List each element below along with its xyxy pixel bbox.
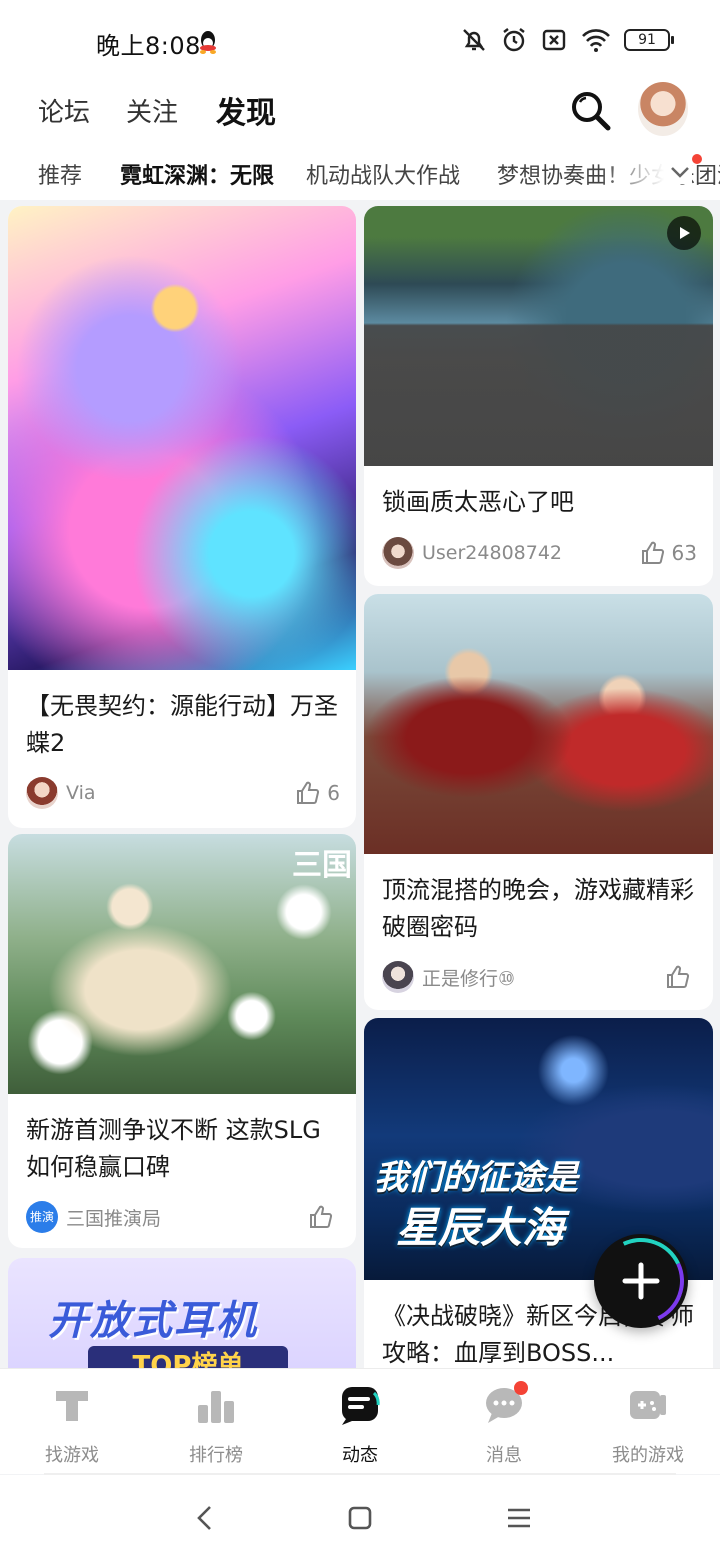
post-card[interactable]: 顶流混搭的晚会，游戏藏精彩破圈密码 正是修行⑩ <box>364 594 713 1010</box>
chevron-down-icon[interactable] <box>668 160 692 184</box>
like-button[interactable]: 63 <box>640 540 697 566</box>
status-icons: 91 <box>460 26 674 54</box>
video-play-icon <box>667 216 701 250</box>
tab-forum-label: 论坛 <box>38 98 91 128</box>
ad-subtitle: TOP榜单 <box>88 1346 288 1368</box>
image-corner-text: 三国 <box>292 848 352 883</box>
nav-feed[interactable]: 动态 <box>300 1383 420 1467</box>
like-count: 63 <box>671 541 697 565</box>
top-nav: 论坛 关注 发现 <box>0 82 720 144</box>
thumbs-up-icon <box>667 965 690 988</box>
nav-my-games[interactable]: 我的游戏 <box>588 1383 708 1467</box>
mute-icon <box>463 29 485 51</box>
author-avatar[interactable] <box>382 961 414 993</box>
sim-off-icon <box>542 29 566 51</box>
tab-follow[interactable]: 关注 <box>126 92 178 129</box>
image-slogan-line1: 我们的征途是 <box>374 1158 578 1198</box>
game-sub-tabs: 推荐 霓虹深渊：无限 机动战队大作战 梦想协奏曲！少女乐团派对 <box>0 144 720 200</box>
tab-discover[interactable]: 发现 <box>214 88 278 132</box>
like-button[interactable] <box>665 964 697 990</box>
post-image <box>364 594 713 854</box>
nav-my-games-label: 我的游戏 <box>612 1445 684 1466</box>
create-post-button[interactable] <box>594 1234 688 1328</box>
alarm-icon <box>503 28 525 52</box>
author-name[interactable]: 正是修行⑩ <box>422 964 665 991</box>
author-avatar[interactable] <box>382 537 414 569</box>
like-count: 6 <box>327 781 340 805</box>
qq-icon <box>200 31 216 54</box>
thumbs-up-icon <box>310 1205 333 1228</box>
post-card[interactable]: 三国 新游首测争议不断 这款SLG如何稳赢口碑 推演 三国推演局 <box>8 834 356 1248</box>
post-title: 新游首测争议不断 这款SLG如何稳赢口碑 <box>26 1116 321 1181</box>
author-name[interactable]: 三国推演局 <box>66 1204 308 1231</box>
thumbs-up-icon <box>641 541 664 564</box>
author-avatar-text: 推演 <box>29 1210 54 1224</box>
tab-discover-label: 发现 <box>216 96 276 131</box>
thumbs-up-icon <box>297 781 320 804</box>
nav-ranking-label: 排行榜 <box>189 1445 243 1466</box>
my-games-icon <box>630 1391 666 1419</box>
nav-ranking[interactable]: 排行榜 <box>156 1383 276 1467</box>
post-image <box>8 206 356 670</box>
post-title: 【无畏契约：源能行动】万圣蝶2 <box>26 692 338 757</box>
battery-icon: 91 <box>624 29 674 51</box>
user-avatar[interactable] <box>638 82 688 136</box>
system-nav-bar <box>0 1475 720 1560</box>
ad-card[interactable]: 开放式耳机 TOP榜单 <box>8 1258 356 1368</box>
feed-icon <box>342 1387 380 1425</box>
like-button[interactable] <box>308 1204 340 1230</box>
post-title: 顶流混搭的晚会，游戏藏精彩破圈密码 <box>382 876 694 941</box>
nav-messages[interactable]: 消息 <box>444 1381 564 1467</box>
nav-messages-label: 消息 <box>486 1445 522 1466</box>
author-avatar[interactable] <box>26 777 58 809</box>
plus-icon <box>622 1262 660 1300</box>
image-slogan-line2: 星辰大海 <box>396 1203 565 1252</box>
sub-tab-recommend[interactable]: 推荐 <box>38 158 82 190</box>
tab-forum[interactable]: 论坛 <box>38 92 90 129</box>
battery-level: 91 <box>638 32 656 48</box>
sub-tab-neon-abyss[interactable]: 霓虹深渊：无限 <box>120 158 274 190</box>
message-badge <box>514 1381 528 1395</box>
ad-image: 开放式耳机 TOP榜单 <box>8 1258 356 1368</box>
author-name[interactable]: Via <box>66 782 295 804</box>
author-name[interactable]: User24808742 <box>422 542 640 564</box>
ranking-icon <box>198 1391 234 1423</box>
nav-feed-label: 动态 <box>342 1445 378 1466</box>
sub-tab-mecha-squad[interactable]: 机动战队大作战 <box>306 158 460 190</box>
back-icon[interactable] <box>190 1503 220 1533</box>
bottom-nav: 找游戏 排行榜 动态 消息 我的游戏 <box>0 1368 720 1474</box>
home-icon[interactable] <box>345 1503 375 1533</box>
like-button[interactable]: 6 <box>295 780 340 806</box>
post-image: 三国 <box>8 834 356 1094</box>
search-icon[interactable] <box>568 88 614 134</box>
tab-follow-label: 关注 <box>126 98 179 128</box>
sub-tabs-badge <box>692 154 702 164</box>
author-avatar[interactable]: 推演 <box>26 1201 58 1233</box>
status-time: 晚上8:08 <box>96 32 201 60</box>
post-title: 锁画质太恶心了吧 <box>382 488 574 516</box>
nav-find-game[interactable]: 找游戏 <box>12 1383 132 1467</box>
wifi-icon <box>582 29 610 52</box>
status-bar: 晚上8:08 91 <box>0 0 720 86</box>
post-card[interactable]: 【无畏契约：源能行动】万圣蝶2 Via 6 <box>8 206 356 828</box>
ad-title: 开放式耳机 <box>48 1298 258 1344</box>
post-card[interactable]: 锁画质太恶心了吧 User24808742 63 <box>364 206 713 586</box>
recents-icon[interactable] <box>504 1503 534 1533</box>
find-game-icon <box>56 1391 88 1421</box>
feed: 【无畏契约：源能行动】万圣蝶2 Via 6 三国 新游首测争议不断 这款SLG如… <box>0 200 720 1368</box>
nav-find-game-label: 找游戏 <box>45 1445 99 1466</box>
post-image <box>364 206 713 466</box>
